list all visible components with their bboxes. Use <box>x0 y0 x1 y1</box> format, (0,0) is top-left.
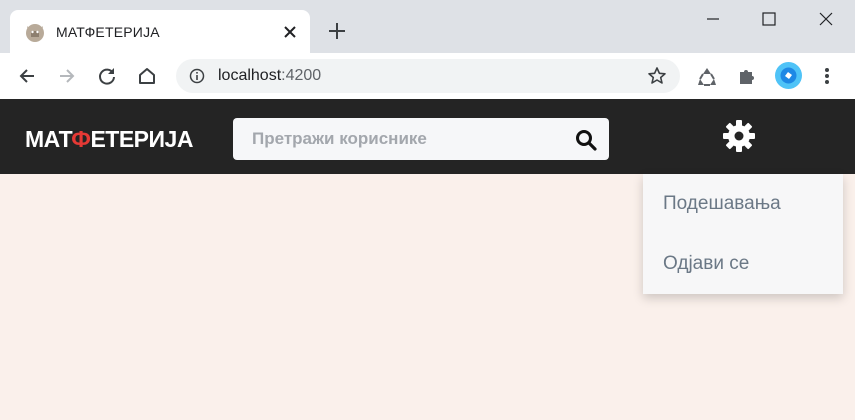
profile-badge-icon <box>780 67 797 84</box>
close-icon[interactable] <box>280 22 300 42</box>
search-input[interactable] <box>233 118 563 160</box>
search-icon[interactable] <box>575 129 597 151</box>
puzzle-icon[interactable] <box>736 65 758 87</box>
app-header: МАТФЕТЕРИЈА <box>0 99 855 174</box>
browser-toolbar: localhost:4200 <box>0 53 855 99</box>
cat-favicon-icon <box>26 24 44 42</box>
reload-icon[interactable] <box>96 65 118 87</box>
logo[interactable]: МАТФЕТЕРИЈА <box>25 126 193 153</box>
url-host: localhost <box>218 67 282 84</box>
browser-tab[interactable]: МАТФЕТЕРИЈА <box>10 10 310 53</box>
search-box <box>233 118 609 160</box>
vertical-dots-icon[interactable] <box>816 65 838 87</box>
settings-dropdown: Подешавања Одјави се <box>643 174 843 294</box>
url-port: :4200 <box>281 67 322 84</box>
star-icon[interactable] <box>647 66 667 86</box>
menu-item-logout[interactable]: Одјави се <box>643 234 843 294</box>
window-close-icon[interactable] <box>815 8 837 30</box>
tab-title: МАТФЕТЕРИЈА <box>56 24 160 40</box>
browser-titlebar: МАТФЕТЕРИЈА <box>0 0 855 53</box>
info-icon[interactable] <box>189 68 205 84</box>
arrow-right-icon[interactable] <box>56 65 78 87</box>
logo-text-part2: ЕТЕРИЈА <box>90 126 193 152</box>
home-icon[interactable] <box>136 65 158 87</box>
profile-avatar-icon[interactable] <box>775 62 802 89</box>
logo-accent-letter: Ф <box>71 126 91 152</box>
menu-item-settings[interactable]: Подешавања <box>643 174 843 234</box>
url-text[interactable]: localhost:4200 <box>218 67 321 85</box>
recycle-icon[interactable] <box>696 65 718 87</box>
gear-icon[interactable] <box>721 118 757 154</box>
plus-icon[interactable] <box>326 20 348 42</box>
maximize-icon[interactable] <box>758 8 780 30</box>
address-bar[interactable]: localhost:4200 <box>176 59 680 93</box>
logo-text-part1: МАТ <box>25 126 72 152</box>
minimize-icon[interactable] <box>702 8 724 30</box>
arrow-left-icon[interactable] <box>16 65 38 87</box>
